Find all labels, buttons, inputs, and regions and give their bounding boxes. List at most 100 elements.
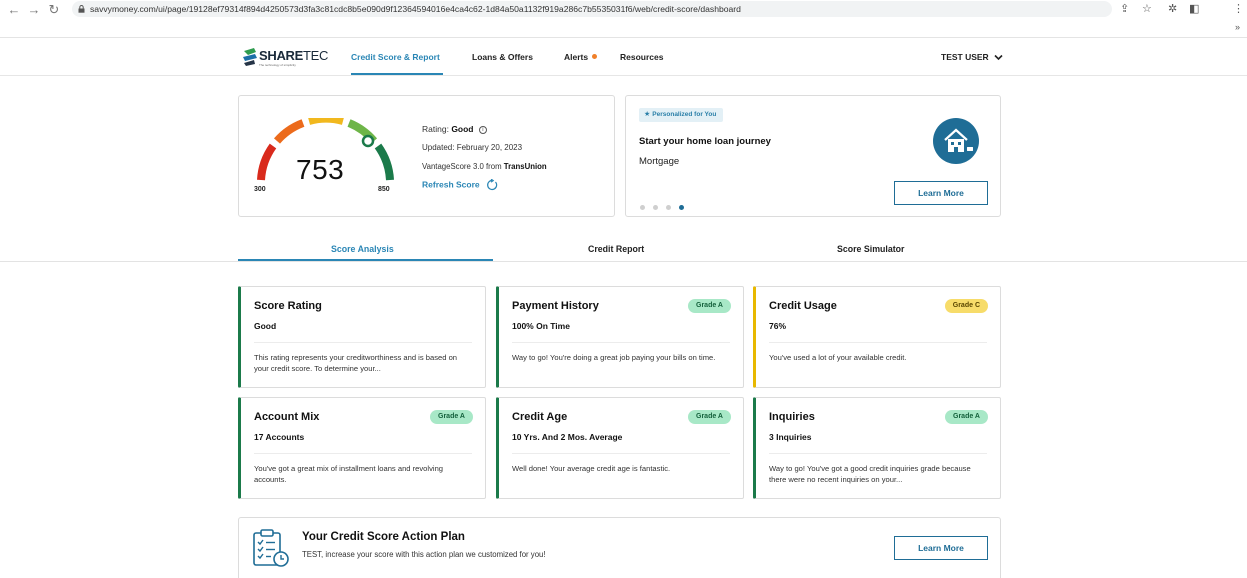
lock-icon	[78, 5, 85, 13]
factor-description: You've got a great mix of installment lo…	[254, 464, 444, 484]
tab-score-analysis[interactable]: Score Analysis	[331, 244, 394, 254]
personalized-offer-card: ★ Personalized for You Start your home lo…	[625, 95, 1001, 217]
offer-title: Start your home loan journey	[639, 136, 771, 147]
factor-card-account-mix[interactable]: Account Mix Grade A 17 Accounts You've g…	[238, 397, 486, 499]
extensions-icon[interactable]: ✲	[1168, 3, 1177, 15]
forward-icon[interactable]: →	[26, 3, 42, 17]
credit-score-card: 753 300 850 Rating: Good i Updated: Febr…	[238, 95, 615, 217]
offer-subtitle: Mortgage	[639, 156, 680, 167]
factor-description: Way to go! You're doing a great job payi…	[512, 353, 716, 362]
nav-alerts-label: Alerts	[564, 52, 589, 62]
refresh-score-link[interactable]: Refresh Score	[422, 179, 498, 191]
grade-badge: Grade A	[688, 410, 731, 424]
factor-value: 100% On Time	[512, 321, 570, 331]
bookmark-star-icon[interactable]: ☆	[1142, 3, 1152, 15]
factor-description: You've used a lot of your available cred…	[769, 353, 907, 362]
gauge-max-label: 850	[378, 186, 390, 193]
nav-loans-offers[interactable]: Loans & Offers	[472, 52, 533, 62]
overflow-chevron-icon[interactable]: »	[1235, 22, 1240, 32]
gauge-segment-fair	[273, 119, 305, 144]
factor-title: Payment History	[512, 300, 599, 312]
chevron-down-icon	[994, 55, 1003, 61]
carousel-dot[interactable]	[640, 205, 645, 210]
factor-title: Credit Usage	[769, 300, 837, 312]
logo-mark-icon	[243, 48, 257, 66]
browser-menu-icon[interactable]: ⋮	[1233, 3, 1244, 15]
action-plan-title: Your Credit Score Action Plan	[302, 531, 465, 543]
tab-credit-report[interactable]: Credit Report	[588, 244, 644, 254]
offer-learn-more-button[interactable]: Learn More	[894, 181, 988, 205]
carousel-dots	[640, 197, 692, 215]
logo-brand-accent: TEC	[303, 48, 329, 63]
factor-value: Good	[254, 321, 277, 331]
nav-active-indicator	[351, 73, 443, 75]
factor-divider	[254, 453, 472, 454]
factor-card-credit-usage[interactable]: Credit Usage Grade C 76% You've used a l…	[753, 286, 1001, 388]
alert-notification-dot	[592, 54, 598, 60]
factor-value: 10 Yrs. And 2 Mos. Average	[512, 432, 623, 442]
nav-resources[interactable]: Resources	[620, 52, 663, 62]
factor-divider	[512, 453, 730, 454]
refresh-score-label: Refresh Score	[422, 179, 480, 190]
factor-value: 3 Inquiries	[769, 432, 812, 442]
action-plan-card: Your Credit Score Action Plan TEST, incr…	[238, 517, 1001, 578]
action-plan-learn-more-button[interactable]: Learn More	[894, 536, 988, 560]
rating-label: Rating:	[422, 124, 449, 134]
carousel-dot-active[interactable]	[679, 205, 684, 210]
factor-value: 17 Accounts	[254, 432, 305, 442]
gauge-segment-good	[308, 118, 344, 125]
browser-toolbar: ← → ↻ savvymoney.com/ui/page/19128ef7931…	[0, 0, 1247, 38]
updated-date: Updated: February 20, 2023	[422, 143, 523, 152]
factor-divider	[254, 342, 472, 343]
factor-card-payment-history[interactable]: Payment History Grade A 100% On Time Way…	[496, 286, 744, 388]
logo-tagline: The technology of simplicity	[259, 63, 296, 67]
factor-title: Score Rating	[254, 300, 322, 312]
factor-title: Credit Age	[512, 411, 568, 423]
tab-score-simulator[interactable]: Score Simulator	[837, 244, 904, 254]
refresh-icon	[487, 179, 498, 191]
grade-badge: Grade A	[688, 299, 731, 313]
score-model: VantageScore 3.0 from TransUnion	[422, 162, 547, 171]
logo-brand: SHARE	[259, 48, 304, 63]
personalized-badge-label: Personalized for You	[652, 111, 717, 118]
factor-description: This rating represents your creditworthi…	[254, 353, 458, 373]
tab-active-indicator	[238, 259, 493, 261]
nav-alerts[interactable]: Alerts	[564, 52, 598, 62]
gauge-segment-excellent	[374, 143, 394, 181]
address-bar[interactable]: savvymoney.com/ui/page/19128ef79314f894d…	[72, 1, 1112, 17]
user-name: TEST USER	[941, 52, 989, 62]
factor-card-credit-age[interactable]: Credit Age Grade A 10 Yrs. And 2 Mos. Av…	[496, 397, 744, 499]
url-text: savvymoney.com/ui/page/19128ef79314f894d…	[90, 4, 741, 14]
nav-credit-score-report[interactable]: Credit Score & Report	[351, 52, 440, 62]
side-panel-icon[interactable]: ◧	[1189, 3, 1199, 15]
grade-badge: Grade C	[944, 299, 988, 313]
factor-description: Way to go! You've got a good credit inqu…	[769, 464, 971, 484]
factor-card-inquiries[interactable]: Inquiries Grade A 3 Inquiries Way to go!…	[753, 397, 1001, 499]
star-icon: ★	[644, 111, 651, 118]
gauge-segment-poor	[257, 143, 277, 181]
info-icon[interactable]: i	[478, 125, 487, 134]
score-model-text: VantageScore 3.0 from	[422, 162, 504, 171]
user-menu[interactable]: TEST USER	[941, 52, 1003, 62]
credit-score-value: 753	[296, 154, 345, 185]
factor-divider	[769, 342, 987, 343]
share-icon[interactable]: ⇪	[1120, 3, 1129, 15]
factor-title: Inquiries	[769, 411, 815, 423]
personalized-badge: ★ Personalized for You	[639, 108, 724, 122]
factor-description: Well done! Your average credit age is fa…	[512, 464, 671, 473]
grade-badge: Grade A	[945, 410, 988, 424]
carousel-dot[interactable]	[653, 205, 658, 210]
sharetec-logo[interactable]: SHARETEC The technology of simplicity	[242, 44, 332, 70]
factor-divider	[512, 342, 730, 343]
analysis-tabs: Score Analysis Credit Report Score Simul…	[0, 240, 1247, 262]
rating-value: Good	[451, 124, 474, 134]
app-header: SHARETEC The technology of simplicity Cr…	[0, 38, 1247, 76]
back-icon[interactable]: ←	[6, 3, 22, 17]
grade-badge: Grade A	[430, 410, 473, 424]
factor-divider	[769, 453, 987, 454]
factor-value: 76%	[769, 321, 787, 331]
reload-icon[interactable]: ↻	[46, 3, 62, 17]
factor-card-score-rating[interactable]: Score Rating Good This rating represents…	[238, 286, 486, 388]
carousel-dot[interactable]	[666, 205, 671, 210]
gauge-marker	[361, 134, 375, 148]
